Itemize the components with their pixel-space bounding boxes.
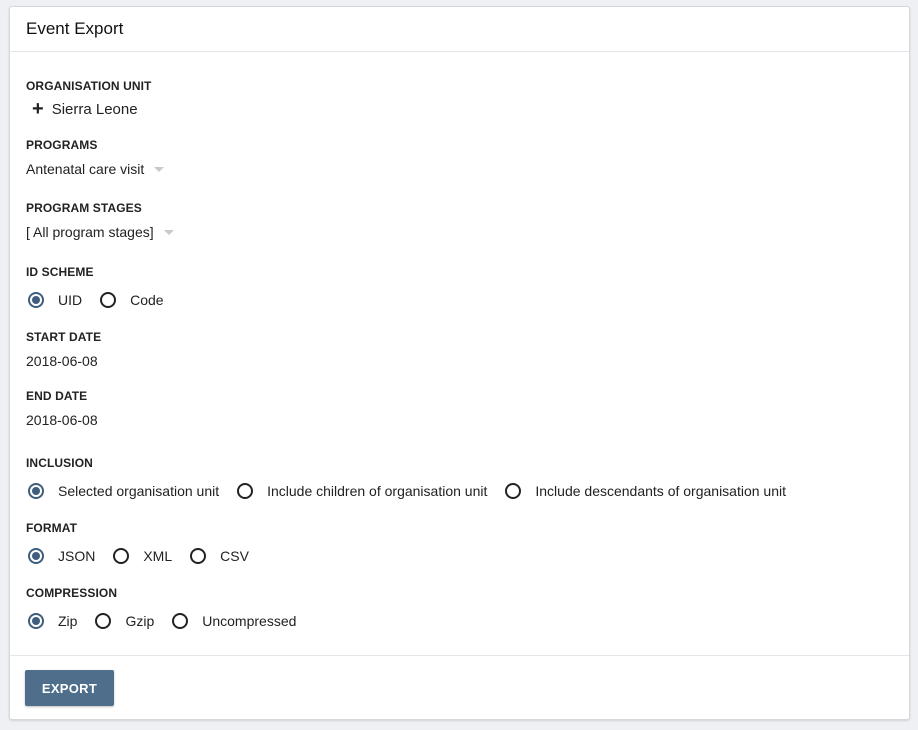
radio-checked-icon[interactable]	[28, 613, 44, 629]
start-date-field[interactable]: 2018-06-08	[26, 353, 98, 369]
programs-select[interactable]: Antenatal care visit	[26, 161, 165, 177]
radio-unchecked-icon[interactable]	[100, 292, 117, 308]
radio-option-label: Code	[130, 292, 164, 308]
card-header: Event Export	[10, 7, 909, 52]
org-unit-label: ORGANISATION UNIT	[26, 79, 152, 93]
id-scheme-option-uid[interactable]: UID	[28, 292, 82, 308]
dropdown-arrow-icon	[154, 166, 165, 172]
compression-label: COMPRESSION	[26, 586, 118, 600]
radio-unchecked-icon[interactable]	[95, 613, 112, 629]
event-export-card: Event Export ORGANISATION UNIT + Sierra …	[9, 6, 910, 720]
radio-option-label: UID	[58, 292, 83, 308]
org-unit-tree-item[interactable]: + Sierra Leone	[32, 99, 138, 119]
radio-checked-icon[interactable]	[28, 483, 44, 499]
radio-option-label: Zip	[58, 613, 78, 629]
format-label: FORMAT	[26, 521, 78, 535]
export-button[interactable]: EXPORT	[25, 670, 114, 706]
id-scheme-label: ID SCHEME	[26, 265, 94, 279]
format-option-csv[interactable]: CSV	[190, 548, 249, 564]
program-stages-label: PROGRAM STAGES	[26, 201, 142, 215]
program-stages-value: [ All program stages]	[26, 224, 154, 240]
radio-option-label: Include descendants of organisation unit	[535, 483, 786, 499]
start-date-label: START DATE	[26, 330, 102, 344]
compression-radio-group: Zip Gzip Uncompressed	[28, 613, 314, 629]
radio-unchecked-icon[interactable]	[113, 548, 130, 564]
format-option-json[interactable]: JSON	[28, 548, 95, 564]
compression-option-uncompressed[interactable]: Uncompressed	[172, 613, 296, 629]
inclusion-radio-group: Selected organisation unit Include childr…	[28, 483, 804, 499]
inclusion-option-include-children-of-organisation-unit[interactable]: Include children of organisation unit	[237, 483, 487, 499]
format-option-xml[interactable]: XML	[113, 548, 172, 564]
programs-label: PROGRAMS	[26, 138, 98, 152]
programs-value: Antenatal care visit	[26, 161, 145, 177]
radio-option-label: XML	[143, 548, 173, 564]
radio-option-label: CSV	[220, 548, 249, 564]
radio-option-label: Uncompressed	[202, 613, 297, 629]
compression-option-gzip[interactable]: Gzip	[95, 613, 154, 629]
program-stages-select[interactable]: [ All program stages]	[26, 224, 174, 240]
radio-checked-icon[interactable]	[28, 548, 44, 564]
inclusion-option-selected-organisation-unit[interactable]: Selected organisation unit	[28, 483, 219, 499]
page-title: Event Export	[26, 19, 124, 38]
radio-unchecked-icon[interactable]	[172, 613, 189, 629]
dropdown-arrow-icon	[163, 229, 174, 235]
compression-option-zip[interactable]: Zip	[28, 613, 77, 629]
radio-checked-icon[interactable]	[28, 292, 44, 308]
radio-option-label: Include children of organisation unit	[267, 483, 488, 499]
id-scheme-radio-group: UID Code	[28, 292, 182, 308]
org-unit-name[interactable]: Sierra Leone	[52, 101, 138, 118]
expand-plus-icon[interactable]: +	[32, 99, 44, 119]
inclusion-label: INCLUSION	[26, 456, 93, 470]
radio-option-label: JSON	[58, 548, 96, 564]
format-radio-group: JSON XML CSV	[28, 548, 267, 564]
radio-unchecked-icon[interactable]	[190, 548, 207, 564]
radio-option-label: Gzip	[125, 613, 155, 629]
radio-unchecked-icon[interactable]	[505, 483, 522, 499]
radio-option-label: Selected organisation unit	[58, 483, 220, 499]
id-scheme-option-code[interactable]: Code	[100, 292, 164, 308]
inclusion-option-include-descendants-of-organisation-unit[interactable]: Include descendants of organisation unit	[505, 483, 786, 499]
radio-unchecked-icon[interactable]	[237, 483, 254, 499]
footer-divider	[10, 655, 909, 656]
end-date-label: END DATE	[26, 389, 88, 403]
end-date-field[interactable]: 2018-06-08	[26, 412, 98, 428]
